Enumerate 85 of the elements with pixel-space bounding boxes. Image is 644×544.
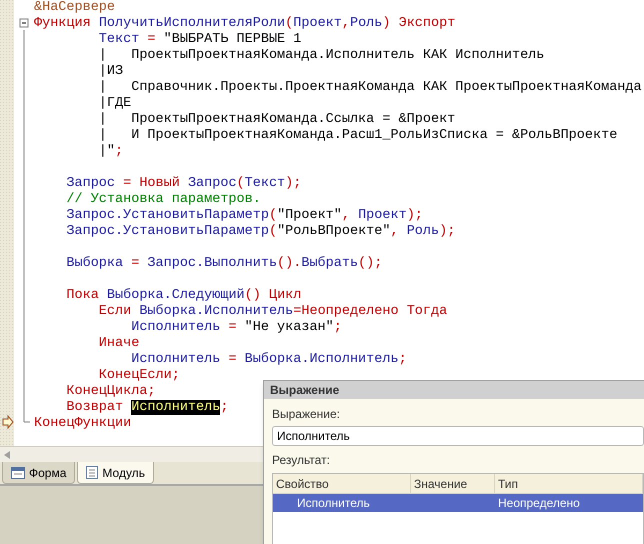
code-token: Выборка.Исполнитель [139, 304, 294, 319]
code-token: ); [439, 224, 456, 239]
code-token: Функция [34, 16, 92, 31]
code-token: ( [268, 224, 278, 239]
code-token: Запрос.Выполнить [147, 256, 278, 271]
code-token: "Проект" [277, 208, 342, 223]
table-cell-text: Неопределено [497, 495, 581, 512]
code-token: = [228, 352, 238, 367]
code-token: Текст [244, 176, 286, 191]
code-token: (); [358, 256, 382, 271]
code-token: Исполнитель [130, 352, 222, 367]
code-token: = [293, 304, 302, 319]
code-token: ( [268, 208, 278, 223]
code-token: | ПроектыПроектнаяКоманда.Исполнитель КАК Исполнитель [98, 48, 544, 63]
expression-label: Выражение: [272, 406, 342, 423]
code-token: ) [382, 16, 392, 31]
form-icon [11, 466, 25, 478]
code-token: , [390, 224, 400, 239]
code-token: Выбрать [301, 256, 358, 271]
code-token: = [147, 32, 157, 47]
code-token: Проект [358, 208, 407, 223]
table-cell-text: Исполнитель [296, 495, 371, 512]
code-token: Исполнитель [130, 320, 222, 335]
code-token: (). [277, 256, 302, 271]
code-token: Выборка.Следующий [106, 288, 245, 303]
code-token: |ГДЕ [98, 96, 132, 111]
code-token: Иначе [98, 336, 140, 351]
code-token: = [123, 176, 132, 191]
column-header[interactable]: Значение [411, 474, 495, 493]
code-token: "РольВПроекте" [277, 224, 390, 239]
code-token: Запрос.УстановитьПараметр [65, 224, 269, 239]
code-token: Роль [406, 224, 440, 239]
editor-tab[interactable]: Модуль [77, 462, 154, 484]
code-token: "ВЫБРАТЬ ПЕРВЫЕ 1 [164, 32, 302, 47]
code-token: Текст [98, 32, 140, 47]
code-token: ; [115, 144, 124, 159]
code-token: КонецЕсли; [98, 368, 180, 383]
code-comment: // Установка параметров. [65, 192, 261, 207]
code-token: Пока [65, 288, 100, 303]
code-token: | Справочник.Проекты.ПроектнаяКоманда КАК ПроектыПроектнаяКоманда [98, 80, 642, 95]
code-token: Роль [350, 16, 382, 31]
code-token: Выборка.Исполнитель [244, 352, 399, 367]
code-token: ); [285, 176, 302, 191]
code-token: Возврат [65, 400, 124, 415]
code-token: Проект [293, 16, 342, 31]
code-token: ПолучитьИсполнителяРоли [98, 16, 286, 31]
code-token: Запрос.УстановитьПараметр [65, 208, 269, 223]
code-token: ); [406, 208, 423, 223]
code-token: ; [334, 320, 342, 335]
code-token: Экспорт [398, 16, 456, 31]
code-token: = [228, 320, 238, 335]
code-token: ; [398, 352, 407, 367]
code-token: () [244, 288, 262, 303]
editor-tab[interactable]: Форма [2, 462, 76, 484]
code-token: | ПроектыПроектнаяКоманда.Ссылка = &Проект [98, 112, 456, 127]
code-token: Запрос [65, 176, 116, 191]
dialog-title: Выражение [264, 381, 644, 399]
document-icon [86, 466, 98, 479]
code-token: Запрос [188, 176, 237, 191]
code-token: &НаСервере [34, 0, 116, 15]
column-header[interactable]: Свойство [273, 474, 411, 493]
expression-field[interactable]: Исполнитель [272, 426, 644, 446]
column-header[interactable]: Тип [495, 474, 643, 493]
code-token: КонецЦикла; [65, 384, 156, 399]
code-token: Выборка [65, 256, 124, 271]
code-token: "Не указан" [244, 320, 334, 335]
result-row[interactable]: Исполнитель Неопределено [273, 494, 643, 512]
code-token: |ИЗ [98, 64, 124, 79]
result-label: Результат: [272, 452, 331, 469]
code-token: , [342, 16, 350, 31]
arrow-icon [2, 414, 14, 430]
code-token: , [342, 208, 351, 223]
code-token: ( [285, 16, 294, 31]
collapse-icon [20, 18, 28, 28]
code-token: ( [236, 176, 245, 191]
code-token: Если [98, 304, 132, 319]
highlighted-code: Исполнитель [131, 400, 220, 415]
code-token: = [131, 256, 140, 271]
code-token: Цикл [268, 288, 302, 303]
code-token: Новый [139, 176, 181, 191]
code-token: ; [220, 400, 228, 415]
code-token: | И ПроектыПроектнаяКоманда.Расш1_РольИзСписка = &РольВПроекте [98, 128, 618, 143]
code-token: Неопределено Тогда [301, 304, 448, 319]
code-token: |" [98, 144, 116, 159]
code-token: КонецФункции [34, 416, 132, 431]
